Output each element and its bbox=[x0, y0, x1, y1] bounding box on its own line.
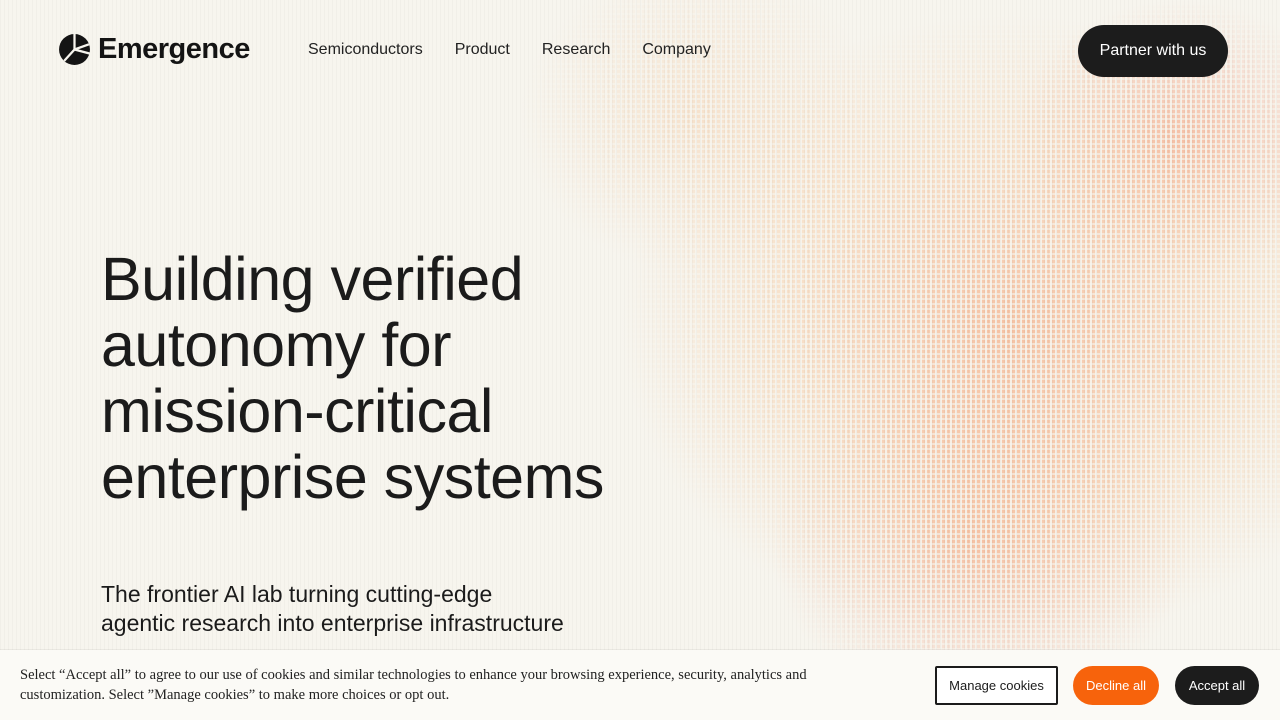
hero-subtitle: The frontier AI lab turning cutting-edge… bbox=[101, 581, 564, 636]
brand-logo[interactable]: Emergence bbox=[58, 33, 250, 66]
brand-name: Emergence bbox=[98, 33, 250, 65]
site-header: Emergence Semiconductors Product Researc… bbox=[0, 0, 1280, 100]
accept-all-button[interactable]: Accept all bbox=[1175, 666, 1259, 705]
hero-title: Building verified autonomy for mission-c… bbox=[101, 245, 604, 511]
decline-all-button[interactable]: Decline all bbox=[1073, 666, 1159, 705]
nav-item-research[interactable]: Research bbox=[542, 41, 610, 59]
nav-item-company[interactable]: Company bbox=[642, 41, 710, 59]
nav-item-product[interactable]: Product bbox=[455, 41, 510, 59]
main-nav: Semiconductors Product Research Company bbox=[308, 41, 711, 59]
cookie-banner-text: Select “Accept all” to agree to our use … bbox=[20, 667, 807, 703]
manage-cookies-button[interactable]: Manage cookies bbox=[935, 666, 1058, 705]
nav-item-semiconductors[interactable]: Semiconductors bbox=[308, 41, 423, 59]
emergence-logo-icon bbox=[59, 34, 91, 65]
partner-with-us-button[interactable]: Partner with us bbox=[1078, 25, 1228, 77]
